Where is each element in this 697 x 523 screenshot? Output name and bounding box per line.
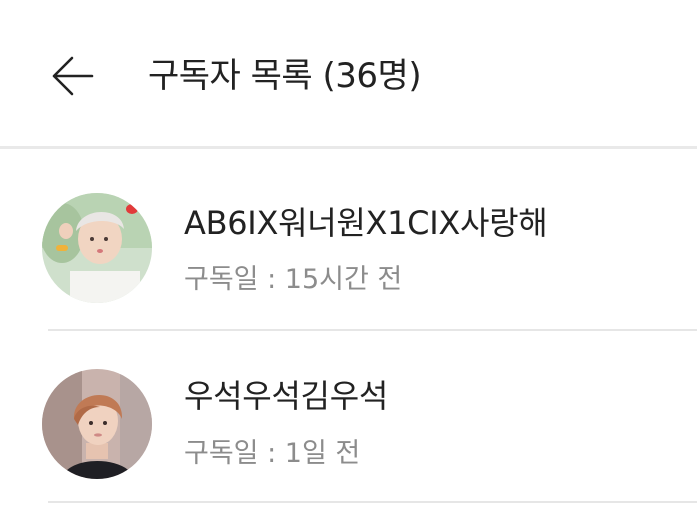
page-title: 구독자 목록 (36명) <box>148 56 422 96</box>
subscriber-name: AB6IX워너원X1CIX사랑해 <box>184 204 548 242</box>
arrow-left-icon <box>52 56 94 96</box>
row-divider <box>48 501 697 503</box>
app-header: 구독자 목록 (36명) <box>0 0 697 149</box>
avatar[interactable] <box>42 369 152 479</box>
back-button[interactable] <box>40 44 104 108</box>
subscriber-row[interactable]: AB6IX워너원X1CIX사랑해 구독일 : 15시간 전 <box>0 149 697 331</box>
subscribed-date: 구독일 : 1일 전 <box>184 438 361 469</box>
subscriber-list: AB6IX워너원X1CIX사랑해 구독일 : 15시간 전 우석우석김우석 구독… <box>0 149 697 503</box>
subscriber-row[interactable]: 우석우석김우석 구독일 : 1일 전 <box>0 331 697 503</box>
subscriber-name: 우석우석김우석 <box>184 377 388 415</box>
subscribed-date: 구독일 : 15시간 전 <box>184 264 403 295</box>
avatar[interactable] <box>42 193 152 303</box>
